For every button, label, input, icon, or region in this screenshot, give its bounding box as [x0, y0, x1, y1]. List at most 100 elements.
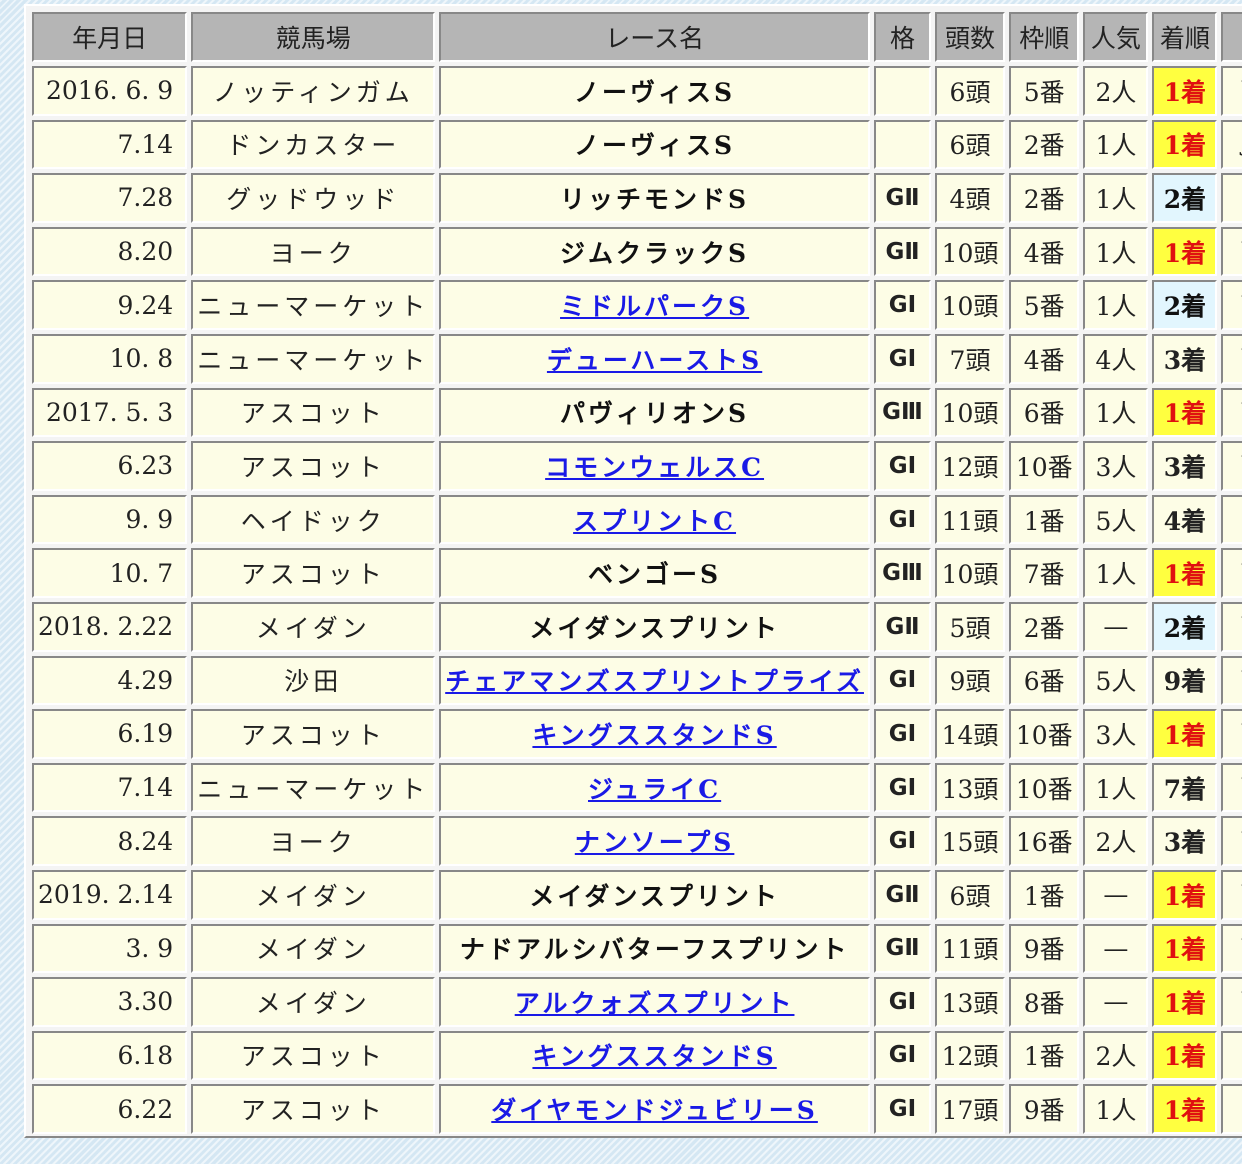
date-cell: 10. 8: [32, 333, 188, 384]
grade-cell: GⅠ: [873, 280, 931, 330]
popularity-cell: 5人: [1083, 494, 1149, 545]
gate-cell: 10番: [1009, 709, 1080, 759]
race-name-link[interactable]: アルクォズスプリント: [515, 989, 795, 1018]
popularity-cell: 1人: [1083, 387, 1149, 438]
table-row: 10. 8ニューマーケット デューハーストS GⅠ7頭4番4人3着W: [32, 333, 1242, 384]
venue-cell: アスコット: [191, 1084, 436, 1134]
jockey-cell: W: [1221, 923, 1242, 974]
table-row: 4.29沙田チェアマンズスプリントプライズ GⅠ9頭6番5人9着W: [32, 655, 1242, 706]
jockey-cell: W: [1221, 441, 1242, 491]
table-row: 7.14ドンカスター ノーヴィスS 6頭2番1人1着J.: [32, 119, 1242, 170]
gate-cell: 16番: [1009, 816, 1080, 866]
date-cell: 7.28: [32, 173, 188, 223]
gate-cell: 1番: [1009, 869, 1080, 920]
grade-cell: GⅠ: [873, 441, 931, 491]
result-cell: 7着: [1152, 762, 1218, 813]
table-row: 7.14ニューマーケット ジュライC GⅠ13頭10番1人7着W: [32, 762, 1242, 813]
runners-cell: 15頭: [934, 816, 1006, 866]
gate-cell: 4番: [1009, 226, 1080, 277]
popularity-cell: 1人: [1083, 173, 1149, 223]
popularity-cell: 4人: [1083, 333, 1149, 384]
race-name-cell: パヴィリオンS: [439, 387, 870, 438]
gate-cell: 10番: [1009, 441, 1080, 491]
venue-cell: メイダン: [191, 601, 436, 652]
race-name-link[interactable]: ナンソープS: [575, 828, 735, 857]
race-name-link[interactable]: ジュライC: [588, 775, 721, 804]
race-name-cell: リッチモンドS: [439, 173, 870, 223]
date-cell: 10. 7: [32, 548, 188, 598]
runners-cell: 7頭: [934, 333, 1006, 384]
race-name-link[interactable]: デューハーストS: [547, 346, 762, 375]
jockey-cell: W: [1221, 66, 1242, 116]
popularity-cell: 1人: [1083, 762, 1149, 813]
results-body: 2016. 6. 9ノッティンガムノーヴィスS6頭5番2人1着W7.14ドンカス…: [32, 66, 1242, 1134]
venue-cell: ヨーク: [191, 816, 436, 866]
grade-cell: GⅠ: [873, 709, 931, 759]
grade-cell: GⅡ: [873, 173, 931, 223]
jockey-cell: J.: [1221, 119, 1242, 170]
race-name-link[interactable]: ダイヤモンドジュビリーS: [491, 1096, 818, 1125]
race-name-link[interactable]: コモンウェルスC: [545, 453, 764, 482]
header-popularity: 人気: [1083, 12, 1149, 62]
result-cell: 1着: [1152, 869, 1218, 920]
gate-cell: 10番: [1009, 762, 1080, 813]
race-name-cell: メイダンスプリント: [439, 601, 870, 652]
result-cell: 3着: [1152, 441, 1218, 491]
race-name-link[interactable]: チェアマンズスプリントプライズ: [445, 667, 864, 696]
venue-cell: アスコット: [191, 548, 436, 598]
header-jockey: [1221, 12, 1242, 62]
race-name-cell: ノーヴィスS: [439, 66, 870, 116]
race-name-link[interactable]: ミドルパークS: [560, 292, 749, 321]
table-row: 8.20ヨーク ジムクラックS GⅡ10頭4番1人1着W: [32, 226, 1242, 277]
table-row: 9. 9 ヘイドック スプリントC GⅠ 11頭 1番 5人 4着: [32, 494, 1242, 545]
race-name-link[interactable]: キングススタンドS: [532, 1042, 776, 1071]
jockey-cell: [1221, 1030, 1242, 1081]
header-race-name: レース名: [439, 12, 870, 62]
race-name-cell: ナドアルシバターフスプリント: [439, 923, 870, 974]
jockey-cell: [1221, 173, 1242, 223]
result-cell: 1着: [1152, 387, 1218, 438]
jockey-cell: W: [1221, 387, 1242, 438]
gate-cell: 1番: [1009, 1030, 1080, 1081]
result-cell: 3着: [1152, 816, 1218, 866]
race-name-text: パヴィリオンS: [560, 399, 750, 429]
date-cell: 6.23: [32, 441, 188, 491]
jockey-cell: [1221, 494, 1242, 545]
jockey-cell: W: [1221, 816, 1242, 866]
jockey-cell: W: [1221, 548, 1242, 598]
grade-cell: GⅠ: [873, 1030, 931, 1081]
race-name-link[interactable]: スプリントC: [573, 507, 736, 536]
runners-cell: 4頭: [934, 173, 1006, 223]
date-cell: 2017. 5. 3: [32, 387, 188, 438]
venue-cell: グッドウッド: [191, 173, 436, 223]
runners-cell: 10頭: [934, 387, 1006, 438]
venue-cell: アスコット: [191, 387, 436, 438]
gate-cell: 5番: [1009, 280, 1080, 330]
header-date: 年月日: [32, 12, 188, 62]
result-cell: 1着: [1152, 66, 1218, 116]
jockey-cell: [1221, 1084, 1242, 1134]
jockey-cell: W: [1221, 280, 1242, 330]
result-cell: 1着: [1152, 709, 1218, 759]
venue-cell: ニューマーケット: [191, 333, 436, 384]
popularity-cell: —: [1083, 923, 1149, 974]
grade-cell: GⅡ: [873, 869, 931, 920]
date-cell: 4.29: [32, 655, 188, 706]
popularity-cell: 5人: [1083, 655, 1149, 706]
race-name-link[interactable]: キングススタンドS: [532, 721, 776, 750]
header-gate: 枠順: [1009, 12, 1080, 62]
race-name-text: メイダンスプリント: [529, 881, 780, 911]
runners-cell: 10頭: [934, 280, 1006, 330]
runners-cell: 5頭: [934, 601, 1006, 652]
runners-cell: 17頭: [934, 1084, 1006, 1134]
date-cell: 6.18: [32, 1030, 188, 1081]
runners-cell: 11頭: [934, 923, 1006, 974]
popularity-cell: —: [1083, 601, 1149, 652]
race-name-text: メイダンスプリント: [529, 613, 780, 643]
venue-cell: メイダン: [191, 977, 436, 1027]
race-name-text: ジムクラックS: [560, 238, 750, 268]
jockey-cell: W: [1221, 977, 1242, 1027]
grade-cell: GⅢ: [873, 548, 931, 598]
table-row: 8.24ヨーク ナンソープS GⅠ15頭16番2人3着W: [32, 816, 1242, 866]
result-cell: 1着: [1152, 119, 1218, 170]
